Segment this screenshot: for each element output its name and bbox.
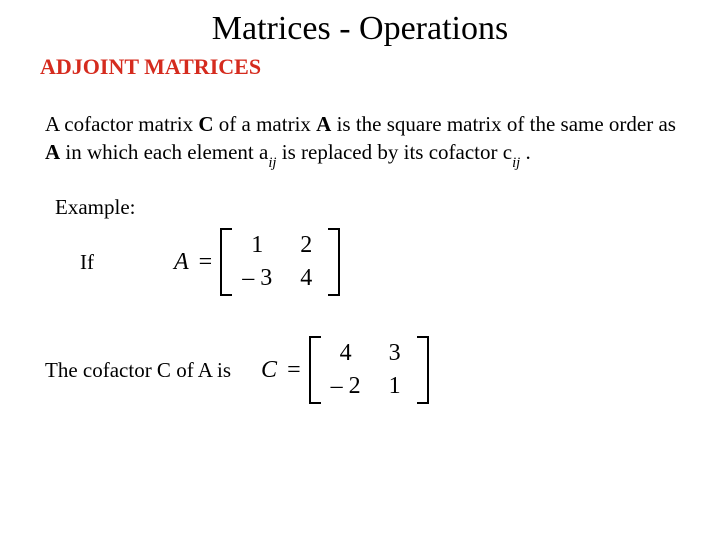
if-label: If [80,250,94,275]
equation-a: A = 1 2 – 3 4 [174,228,340,296]
row-cofactor: The cofactor C of A is C = 4 3 – 2 1 [45,336,720,404]
cell: 4 [331,340,361,367]
equation-c: C = 4 3 – 2 1 [261,336,429,404]
cell: 3 [383,340,407,367]
bracket-left [220,228,232,296]
matrix-c-cells: 4 3 – 2 1 [321,336,417,404]
matrix-c: 4 3 – 2 1 [309,336,429,404]
section-subtitle: ADJOINT MATRICES [40,54,720,80]
text: is the square matrix of the same order a… [331,112,676,136]
matrix-a-bold: A [45,140,60,164]
lhs-a: A [174,249,189,276]
lhs-c: C [261,357,277,384]
row-if: If A = 1 2 – 3 4 [80,228,720,296]
definition-text: A cofactor matrix C of a matrix A is the… [45,110,680,171]
page-title: Matrices - Operations [0,10,720,48]
cofactor-label: The cofactor C of A is [45,358,231,383]
cell: 1 [383,373,407,400]
bracket-right [328,228,340,296]
text: in which each element a [60,140,268,164]
matrix-a: 1 2 – 3 4 [220,228,340,296]
text: . [520,140,531,164]
cell: – 3 [242,265,272,292]
matrix-a-bold: A [316,112,331,136]
text: is replaced by its cofactor c [277,140,513,164]
text: of a matrix [214,112,317,136]
cell: 4 [294,265,318,292]
cell: 1 [242,232,272,259]
cell: – 2 [331,373,361,400]
subscript-ij: ij [512,155,520,171]
matrix-a-cells: 1 2 – 3 4 [232,228,328,296]
equals: = [287,357,301,384]
bracket-right [417,336,429,404]
text: A cofactor matrix [45,112,198,136]
bracket-left [309,336,321,404]
matrix-c-bold: C [198,112,213,136]
cell: 2 [294,232,318,259]
equals: = [199,249,213,276]
example-label: Example: [55,195,720,220]
subscript-ij: ij [268,155,276,171]
